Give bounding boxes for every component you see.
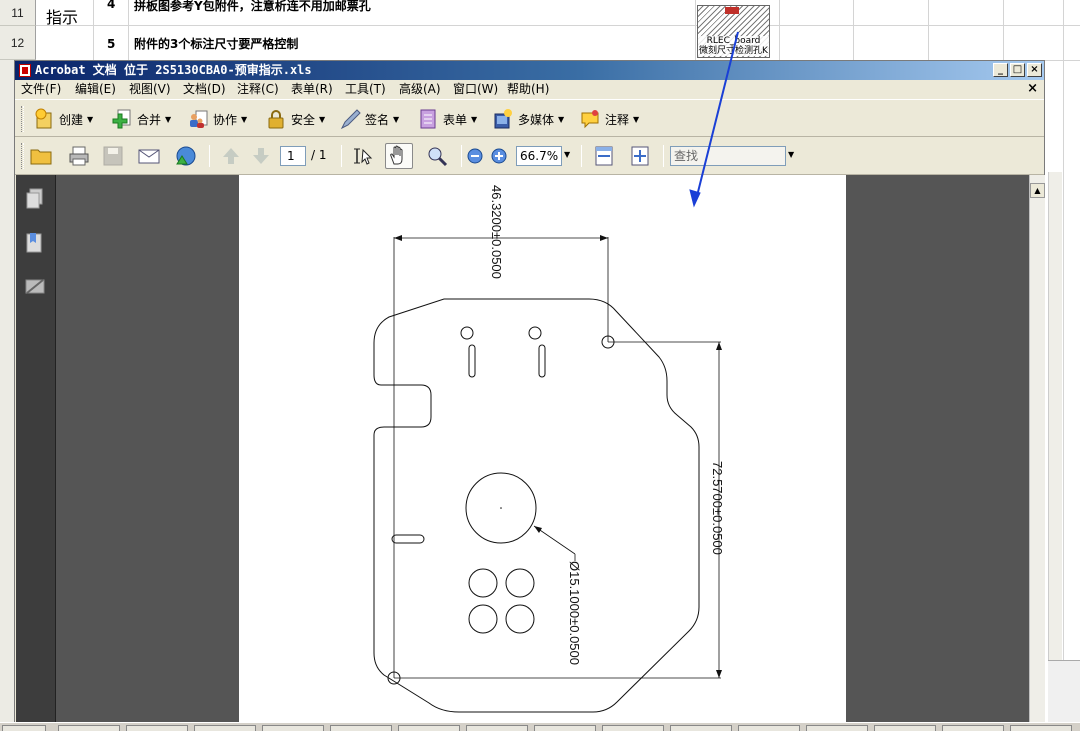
taskbar-item[interactable] xyxy=(1010,725,1072,731)
taskbar-item[interactable] xyxy=(262,725,324,731)
taskbar-item[interactable] xyxy=(466,725,528,731)
taskbar-item[interactable] xyxy=(534,725,596,731)
annotation-arrow-overlay xyxy=(689,31,739,208)
taskbar-item[interactable] xyxy=(398,725,460,731)
taskbar-item[interactable] xyxy=(874,725,936,731)
taskbar-item[interactable] xyxy=(942,725,1004,731)
taskbar-item[interactable] xyxy=(670,725,732,731)
taskbar-item[interactable] xyxy=(330,725,392,731)
taskbar-item[interactable] xyxy=(738,725,800,731)
start-button[interactable] xyxy=(2,725,46,731)
taskbar-item[interactable] xyxy=(58,725,120,731)
annotation-arrowhead-icon xyxy=(689,189,701,208)
taskbar-item[interactable] xyxy=(126,725,188,731)
taskbar-item[interactable] xyxy=(806,725,868,731)
desktop: 11 12 指示 4 拼板图参考Y包附件，注意析连不用加邮票孔 5 附件的3个标… xyxy=(0,0,1080,731)
taskbar-item[interactable] xyxy=(194,725,256,731)
taskbar xyxy=(0,722,1080,731)
annotation-arrow-line xyxy=(696,31,739,197)
taskbar-item[interactable] xyxy=(602,725,664,731)
